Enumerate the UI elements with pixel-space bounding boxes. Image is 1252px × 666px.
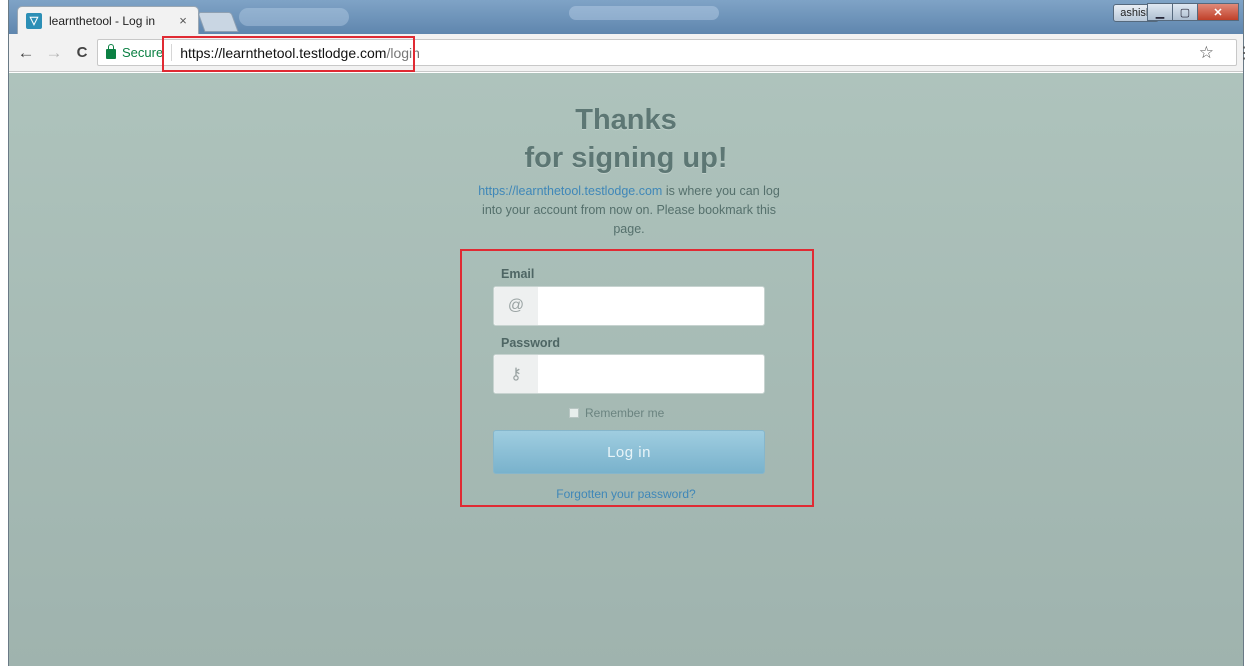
remember-me-label[interactable]: Remember me [585, 406, 664, 420]
email-label: Email [501, 267, 535, 281]
browser-window: ▽ learnthetool - Log in × ashish ▁ ▢ ✕ ←… [8, 0, 1252, 666]
password-field[interactable]: ⚷ [493, 354, 765, 394]
forward-arrow-icon[interactable]: → [43, 42, 65, 64]
browser-menu-icon[interactable]: ⋮ [1236, 43, 1252, 63]
title-bar: ▽ learnthetool - Log in × ashish ▁ ▢ ✕ [9, 0, 1243, 34]
account-url-link[interactable]: https://learnthetool.testlodge.com [478, 184, 662, 198]
key-icon: ⚷ [494, 355, 538, 393]
back-arrow-icon[interactable]: ← [15, 42, 37, 64]
url-annotation-box [162, 36, 415, 72]
close-tab-icon[interactable]: × [176, 13, 190, 28]
remember-me[interactable]: Remember me [569, 406, 664, 420]
minimize-icon[interactable]: ▁ [1147, 3, 1173, 21]
blurred-tab-area [239, 8, 349, 26]
tab-learnthetool[interactable]: ▽ learnthetool - Log in × [17, 6, 199, 34]
close-window-icon[interactable]: ✕ [1197, 3, 1239, 21]
password-input[interactable] [538, 355, 764, 393]
intro-text: https://learnthetool.testlodge.com is wh… [469, 182, 789, 239]
forgot-password-link[interactable]: Forgotten your password? [9, 487, 1243, 501]
reload-icon[interactable]: C [71, 42, 93, 64]
secure-label: Secure [122, 45, 164, 60]
login-button[interactable]: Log in [493, 430, 765, 474]
email-input[interactable] [538, 287, 764, 325]
page-headline: Thanks for signing up! [9, 101, 1243, 177]
bookmark-star-icon[interactable]: ☆ [1199, 43, 1214, 63]
maximize-icon[interactable]: ▢ [1172, 3, 1198, 21]
headline-line-2: for signing up! [524, 142, 728, 174]
headline-line-1: Thanks [575, 104, 677, 136]
window-controls: ▁ ▢ ✕ [1147, 3, 1239, 21]
email-field[interactable]: @ [493, 286, 765, 326]
at-sign-icon: @ [494, 287, 538, 325]
lock-icon [106, 44, 116, 59]
new-tab-button[interactable] [197, 12, 239, 32]
testlodge-favicon-icon: ▽ [26, 12, 42, 29]
tab-title: learnthetool - Log in [49, 13, 156, 28]
password-label: Password [501, 336, 561, 350]
remember-me-checkbox[interactable] [569, 408, 579, 418]
page-content: Thanks for signing up! https://learnthet… [9, 73, 1243, 666]
blurred-window-title [569, 6, 719, 20]
